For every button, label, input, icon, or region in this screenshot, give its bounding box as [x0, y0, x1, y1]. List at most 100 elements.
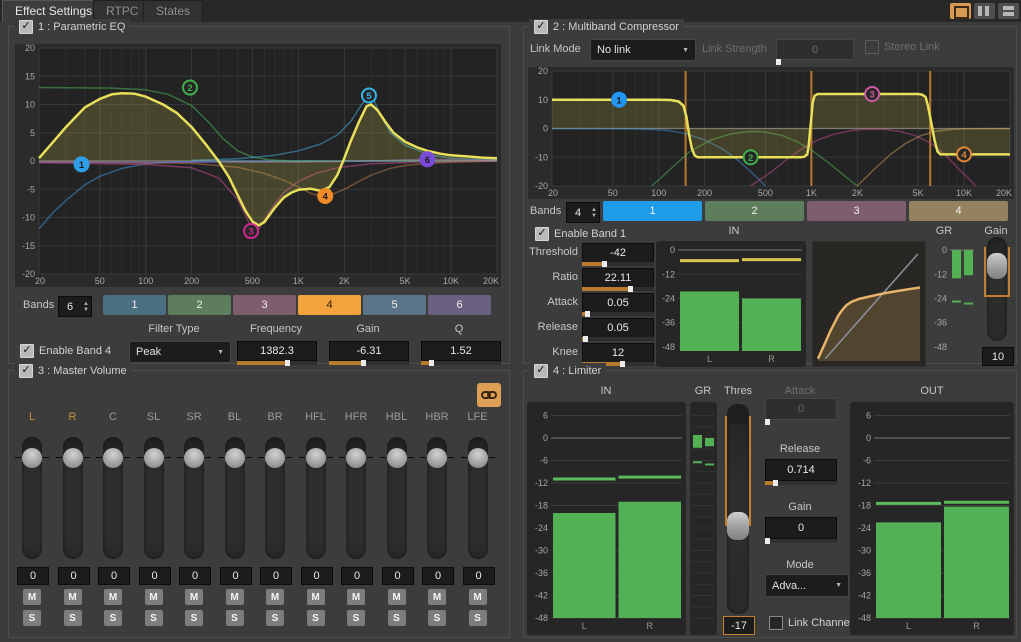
- comp-release-input[interactable]: 0.05: [582, 318, 654, 338]
- mv-fader-knob[interactable]: [346, 448, 366, 468]
- mv-mute-button[interactable]: M: [145, 589, 163, 605]
- eq-band-button-1[interactable]: 1: [103, 295, 166, 315]
- eq-frequency-input[interactable]: 1382.3: [237, 341, 317, 361]
- comp-enable-band-checkbox[interactable]: ✓: [535, 227, 549, 241]
- mv-fader-knob[interactable]: [387, 448, 407, 468]
- mv-fader-track[interactable]: [387, 437, 407, 559]
- eq-enable-checkbox[interactable]: ✓: [19, 20, 33, 34]
- tab-states[interactable]: States: [143, 0, 203, 22]
- compressor-enable-checkbox[interactable]: ✓: [534, 20, 548, 34]
- comp-attack-slider[interactable]: [582, 312, 654, 316]
- comp-band-button-4[interactable]: 4: [909, 201, 1008, 221]
- limiter-threshold-knob[interactable]: [727, 512, 749, 540]
- eq-frequency-response-graph[interactable]: 12345620151050-5-10-15-2020501002005001K…: [15, 44, 501, 287]
- comp-gain-fader[interactable]: 10: [982, 237, 1012, 367]
- eq-gain-slider[interactable]: [329, 361, 409, 365]
- comp-ratio-input[interactable]: 22.11: [582, 268, 654, 288]
- mv-mute-button[interactable]: M: [104, 589, 122, 605]
- mv-channel-value[interactable]: 0: [139, 567, 171, 585]
- mv-mute-button[interactable]: M: [428, 589, 446, 605]
- mv-solo-button[interactable]: S: [266, 610, 284, 626]
- limiter-enable-checkbox[interactable]: ✓: [534, 364, 548, 378]
- eq-frequency-slider[interactable]: [237, 361, 317, 365]
- limiter-threshold-value[interactable]: -17: [723, 616, 755, 635]
- mv-fader-knob[interactable]: [63, 448, 83, 468]
- mv-fader-knob[interactable]: [103, 448, 123, 468]
- mv-fader-track[interactable]: [265, 437, 285, 559]
- mv-fader-knob[interactable]: [22, 448, 42, 468]
- eq-band-button-4[interactable]: 4: [298, 295, 361, 315]
- mv-fader-track[interactable]: [22, 437, 42, 559]
- limiter-threshold-fader[interactable]: -17: [723, 402, 754, 635]
- eq-band-button-6[interactable]: 6: [428, 295, 491, 315]
- mv-fader-track[interactable]: [468, 437, 488, 559]
- eq-band-button-3[interactable]: 3: [233, 295, 296, 315]
- comp-band-button-3[interactable]: 3: [807, 201, 906, 221]
- mv-solo-button[interactable]: S: [23, 610, 41, 626]
- mv-channel-value[interactable]: 0: [179, 567, 211, 585]
- eq-enable-band-checkbox[interactable]: ✓: [20, 344, 34, 358]
- comp-ratio-slider[interactable]: [582, 287, 654, 291]
- mv-channel-value[interactable]: 0: [341, 567, 373, 585]
- mv-fader-track[interactable]: [103, 437, 123, 559]
- mv-channel-value[interactable]: 0: [98, 567, 130, 585]
- mv-mute-button[interactable]: M: [266, 589, 284, 605]
- mv-fader-knob[interactable]: [468, 448, 488, 468]
- mv-fader-knob[interactable]: [265, 448, 285, 468]
- mv-fader-knob[interactable]: [427, 448, 447, 468]
- mv-fader-knob[interactable]: [184, 448, 204, 468]
- mv-fader-track[interactable]: [184, 437, 204, 559]
- mv-channel-value[interactable]: 0: [382, 567, 414, 585]
- mv-mute-button[interactable]: M: [469, 589, 487, 605]
- eq-band-button-5[interactable]: 5: [363, 295, 426, 315]
- mv-solo-button[interactable]: S: [307, 610, 325, 626]
- mv-mute-button[interactable]: M: [185, 589, 203, 605]
- mv-channel-value[interactable]: 0: [422, 567, 454, 585]
- mv-fader-track[interactable]: [346, 437, 366, 559]
- layout-split-rows-button[interactable]: [998, 3, 1019, 19]
- comp-attack-input[interactable]: 0.05: [582, 293, 654, 313]
- mv-fader-track[interactable]: [225, 437, 245, 559]
- mv-channel-value[interactable]: 0: [463, 567, 495, 585]
- mv-mute-button[interactable]: M: [23, 589, 41, 605]
- mv-solo-button[interactable]: S: [388, 610, 406, 626]
- limiter-gain-input[interactable]: 0: [765, 517, 837, 539]
- limiter-link-channels-checkbox[interactable]: [769, 616, 783, 630]
- mv-solo-button[interactable]: S: [347, 610, 365, 626]
- mv-solo-button[interactable]: S: [185, 610, 203, 626]
- eq-bands-spinner[interactable]: 6 ▲▼: [58, 296, 92, 317]
- mv-channel-value[interactable]: 0: [260, 567, 292, 585]
- mv-fader-knob[interactable]: [144, 448, 164, 468]
- compressor-crossover-graph[interactable]: 123420100-10-2020501002005001K2K5K10K20K: [528, 67, 1014, 199]
- master-volume-enable-checkbox[interactable]: ✓: [19, 364, 33, 378]
- comp-band-button-2[interactable]: 2: [705, 201, 804, 221]
- eq-filter-type-dropdown[interactable]: Peak▼: [129, 341, 231, 363]
- mv-solo-button[interactable]: S: [469, 610, 487, 626]
- mv-solo-button[interactable]: S: [104, 610, 122, 626]
- comp-gain-value[interactable]: 10: [982, 347, 1014, 366]
- eq-q-slider[interactable]: [421, 361, 501, 365]
- mv-mute-button[interactable]: M: [307, 589, 325, 605]
- mv-solo-button[interactable]: S: [226, 610, 244, 626]
- mv-solo-button[interactable]: S: [145, 610, 163, 626]
- mv-channel-value[interactable]: 0: [17, 567, 49, 585]
- mv-channel-value[interactable]: 0: [58, 567, 90, 585]
- mv-fader-track[interactable]: [144, 437, 164, 559]
- eq-gain-input[interactable]: -6.31: [329, 341, 409, 361]
- mv-fader-track[interactable]: [306, 437, 326, 559]
- link-mode-dropdown[interactable]: No link▼: [590, 39, 696, 61]
- mv-fader-track[interactable]: [427, 437, 447, 559]
- mv-channel-value[interactable]: 0: [220, 567, 252, 585]
- comp-knee-input[interactable]: 12: [582, 343, 654, 363]
- spinner-arrows-icon[interactable]: ▲▼: [589, 207, 599, 219]
- comp-release-slider[interactable]: [582, 337, 654, 341]
- layout-split-columns-button[interactable]: [974, 3, 995, 19]
- comp-threshold-input[interactable]: -42: [582, 243, 654, 263]
- mv-mute-button[interactable]: M: [226, 589, 244, 605]
- limiter-release-input[interactable]: 0.714: [765, 459, 837, 481]
- comp-band-button-1[interactable]: 1: [603, 201, 702, 221]
- comp-gain-fader-knob[interactable]: [987, 253, 1007, 279]
- comp-bands-spinner[interactable]: 4 ▲▼: [566, 202, 600, 223]
- mv-mute-button[interactable]: M: [388, 589, 406, 605]
- eq-band-button-2[interactable]: 2: [168, 295, 231, 315]
